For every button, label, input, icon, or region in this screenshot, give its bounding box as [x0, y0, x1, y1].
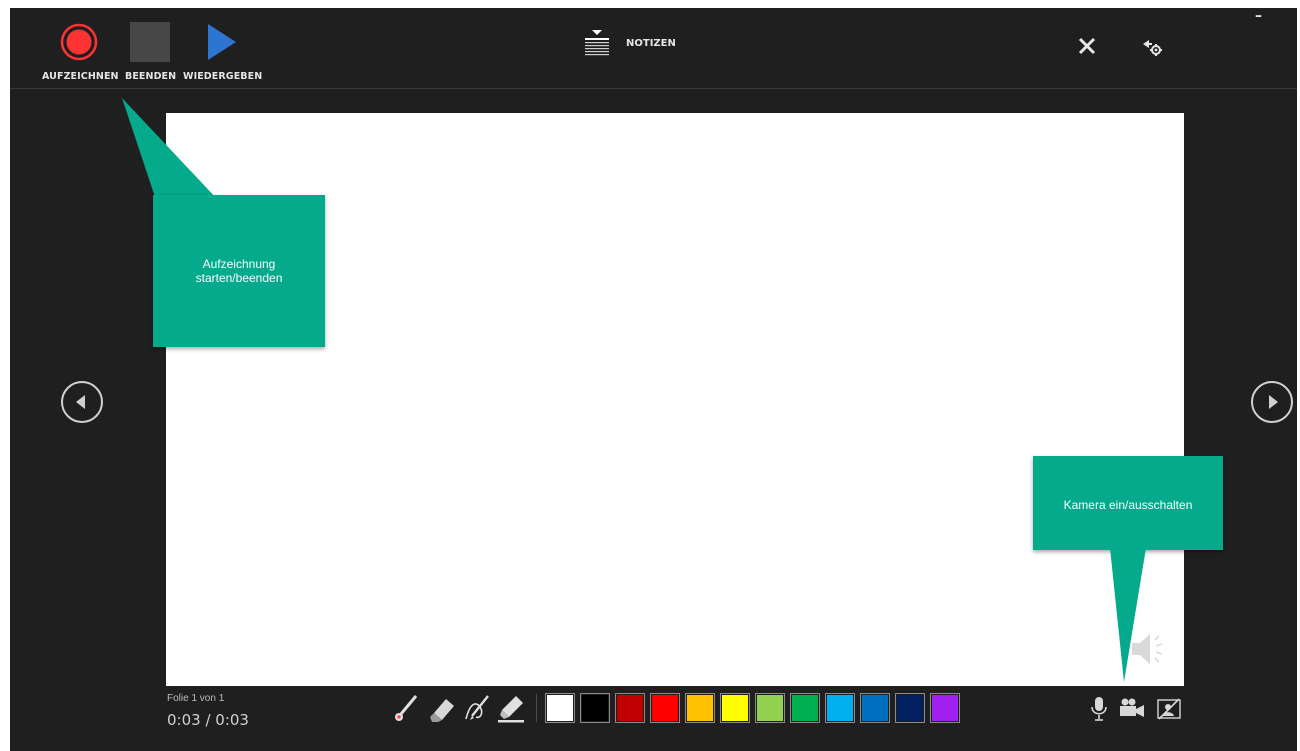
record-label: AUFZEICHNEN: [42, 71, 119, 82]
record-button[interactable]: [59, 22, 99, 62]
camera-preview-icon: [1157, 698, 1181, 720]
stop-label: BEENDEN: [125, 71, 177, 82]
eraser-icon: [430, 699, 454, 722]
next-slide-button[interactable]: [1250, 380, 1294, 424]
swatch-light-green[interactable]: [755, 693, 785, 723]
slide-counter: Folie 1 von 1: [167, 693, 225, 704]
toolbar-divider: [10, 88, 1297, 89]
laser-pointer-icon: [395, 695, 418, 721]
stop-icon: [130, 22, 170, 62]
camera-callout: Kamera ein/ausschalten: [1033, 456, 1223, 550]
pen-tool[interactable]: [462, 693, 492, 723]
recording-timer: 0:03 / 0:03: [167, 711, 249, 729]
swatch-yellow[interactable]: [720, 693, 750, 723]
camera-callout-text: Kamera ein/ausschalten: [1063, 498, 1193, 512]
swatch-dark-blue[interactable]: [895, 693, 925, 723]
swatch-blue[interactable]: [860, 693, 890, 723]
previous-slide-icon: [61, 381, 103, 423]
minimize-button[interactable]: –: [1255, 8, 1262, 24]
camera-callout-pointer: [1110, 548, 1146, 682]
top-toolbar: AUFZEICHNEN BEENDEN WIEDERGEBEN NOTIZEN …: [10, 8, 1297, 88]
camera-toggle[interactable]: [1118, 696, 1146, 722]
microphone-toggle[interactable]: [1090, 696, 1108, 722]
tools-divider: [536, 694, 537, 722]
play-label: WIEDERGEBEN: [183, 71, 263, 82]
notes-label: NOTIZEN: [626, 38, 676, 49]
swatch-white[interactable]: [545, 693, 575, 723]
eraser-tool[interactable]: [428, 693, 458, 723]
stop-button[interactable]: [130, 22, 170, 62]
microphone-icon: [1091, 697, 1107, 721]
swatch-purple[interactable]: [930, 693, 960, 723]
highlighter-icon: [498, 696, 524, 723]
swatch-green[interactable]: [790, 693, 820, 723]
swatch-dark-red[interactable]: [615, 693, 645, 723]
previous-slide-button[interactable]: [60, 380, 104, 424]
play-icon: [208, 24, 236, 60]
record-callout-text: Aufzeichnung starten/beenden: [195, 257, 283, 285]
swatch-black[interactable]: [580, 693, 610, 723]
next-slide-icon: [1251, 381, 1293, 423]
record-callout: Aufzeichnung starten/beenden: [153, 195, 325, 347]
highlighter-tool[interactable]: [496, 693, 526, 723]
swatch-red[interactable]: [650, 693, 680, 723]
camera-preview-toggle[interactable]: [1156, 696, 1182, 722]
notes-icon: [585, 30, 609, 56]
laser-pointer-tool[interactable]: [394, 693, 422, 723]
camera-icon: [1120, 698, 1144, 717]
record-icon: [60, 23, 98, 61]
recording-window: AUFZEICHNEN BEENDEN WIEDERGEBEN NOTIZEN …: [10, 8, 1297, 751]
close-button[interactable]: [1077, 36, 1097, 56]
swatch-orange[interactable]: [685, 693, 715, 723]
play-button[interactable]: [206, 22, 246, 62]
pen-icon: [465, 695, 489, 720]
pointer-settings-icon: [1143, 40, 1162, 56]
swatch-light-blue[interactable]: [825, 693, 855, 723]
pointer-settings-button[interactable]: [1140, 34, 1164, 58]
close-icon: [1078, 37, 1096, 55]
notes-button[interactable]: NOTIZEN: [582, 28, 692, 60]
